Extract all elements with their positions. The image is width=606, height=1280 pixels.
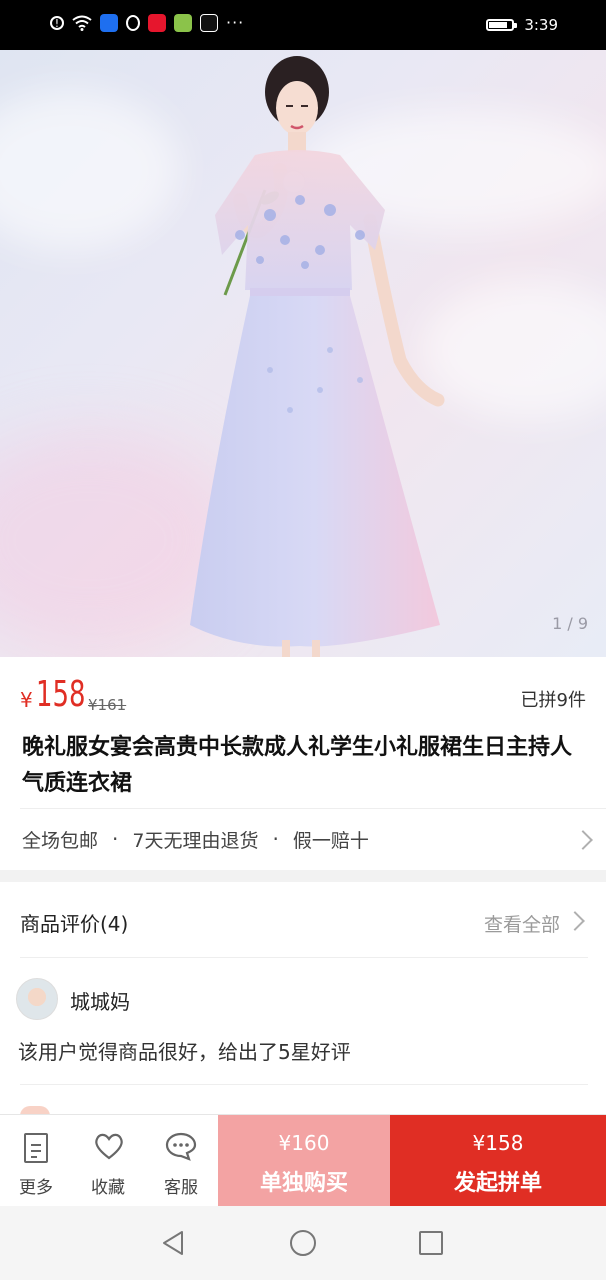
chevron-right-icon — [565, 911, 585, 931]
buy-alone-price: ¥160 — [278, 1131, 330, 1155]
start-group-buy-button[interactable]: ¥158 发起拼单 — [390, 1115, 606, 1207]
original-price: ¥161 — [88, 696, 127, 714]
product-title: 晚礼服女宴会高贵中长款成人礼学生小礼服裙生日主持人气质连衣裙 — [22, 735, 573, 796]
section-gap — [0, 870, 606, 882]
reviews-header[interactable]: 商品评价(4) 查看全部 — [0, 882, 606, 958]
review-text: 该用户觉得商品很好，给出了5星好评 — [18, 1040, 351, 1064]
weibo-icon — [148, 14, 166, 32]
service-separator: · — [272, 827, 279, 851]
customer-service-button[interactable]: 客服 — [145, 1115, 217, 1207]
favorite-button[interactable]: 收藏 — [72, 1115, 144, 1207]
service-fake-compensation: 假一赔十 — [292, 829, 369, 852]
wifi-icon — [72, 15, 92, 31]
current-price: 158 — [36, 674, 86, 715]
back-icon[interactable] — [160, 1230, 186, 1256]
status-time: 3:39 — [524, 16, 558, 34]
buy-alone-button[interactable]: ¥160 单独购买 — [218, 1115, 390, 1207]
more-dots-icon: ··· — [226, 13, 245, 32]
favorite-label: 收藏 — [91, 1178, 125, 1198]
price-currency: ¥ — [20, 688, 33, 712]
customer-service-label: 客服 — [164, 1178, 198, 1198]
heart-icon — [95, 1133, 123, 1160]
status-icons-right: 3:39 — [486, 16, 558, 34]
service-free-shipping: 全场包邮 — [22, 829, 99, 852]
more-label: 更多 — [19, 1178, 53, 1198]
image-counter: 1 / 9 — [552, 614, 588, 633]
status-icons-left: ! ··· — [50, 14, 244, 32]
tiktok-icon — [200, 14, 218, 32]
service-guarantees[interactable]: 全场包邮 · 7天无理由退货 · 假一赔十 — [0, 808, 606, 870]
system-nav-bar — [0, 1206, 606, 1280]
reviewer-avatar — [16, 978, 58, 1020]
divider — [20, 1084, 588, 1085]
qq-icon — [126, 15, 140, 31]
dress-model-image — [190, 56, 445, 657]
review-item: 城城妈 该用户觉得商品很好，给出了5星好评 — [0, 958, 606, 1086]
reviews-heading: 商品评价(4) — [20, 912, 129, 936]
service-7day-return: 7天无理由退货 — [132, 829, 259, 852]
sold-count: 已拼9件 — [520, 690, 586, 711]
group-buy-label: 发起拼单 — [453, 1171, 542, 1196]
view-all-reviews-link[interactable]: 查看全部 — [484, 910, 560, 937]
price-row: ¥ 158 ¥161 已拼9件 — [20, 672, 586, 722]
bottom-action-bar: 更多 收藏 客服 ¥160 单独购买 ¥158 发起拼单 — [0, 1114, 606, 1207]
buy-alone-label: 单独购买 — [259, 1171, 348, 1196]
service-separator: · — [112, 827, 119, 851]
reviewer-name: 城城妈 — [70, 990, 130, 1014]
battery-icon — [486, 19, 518, 31]
document-icon — [24, 1133, 48, 1163]
chevron-right-icon — [573, 830, 593, 850]
shield-app-icon — [100, 14, 118, 32]
more-button[interactable]: 更多 — [0, 1115, 72, 1207]
group-buy-price: ¥158 — [472, 1131, 524, 1155]
warning-icon: ! — [50, 16, 64, 30]
product-image-gallery[interactable]: 1 / 9 — [0, 50, 606, 657]
status-bar: ! ··· 3:39 — [0, 0, 606, 50]
recent-apps-icon[interactable] — [419, 1231, 443, 1255]
home-icon[interactable] — [290, 1230, 316, 1256]
chat-icon — [165, 1132, 197, 1161]
fruit-app-icon — [174, 14, 192, 32]
